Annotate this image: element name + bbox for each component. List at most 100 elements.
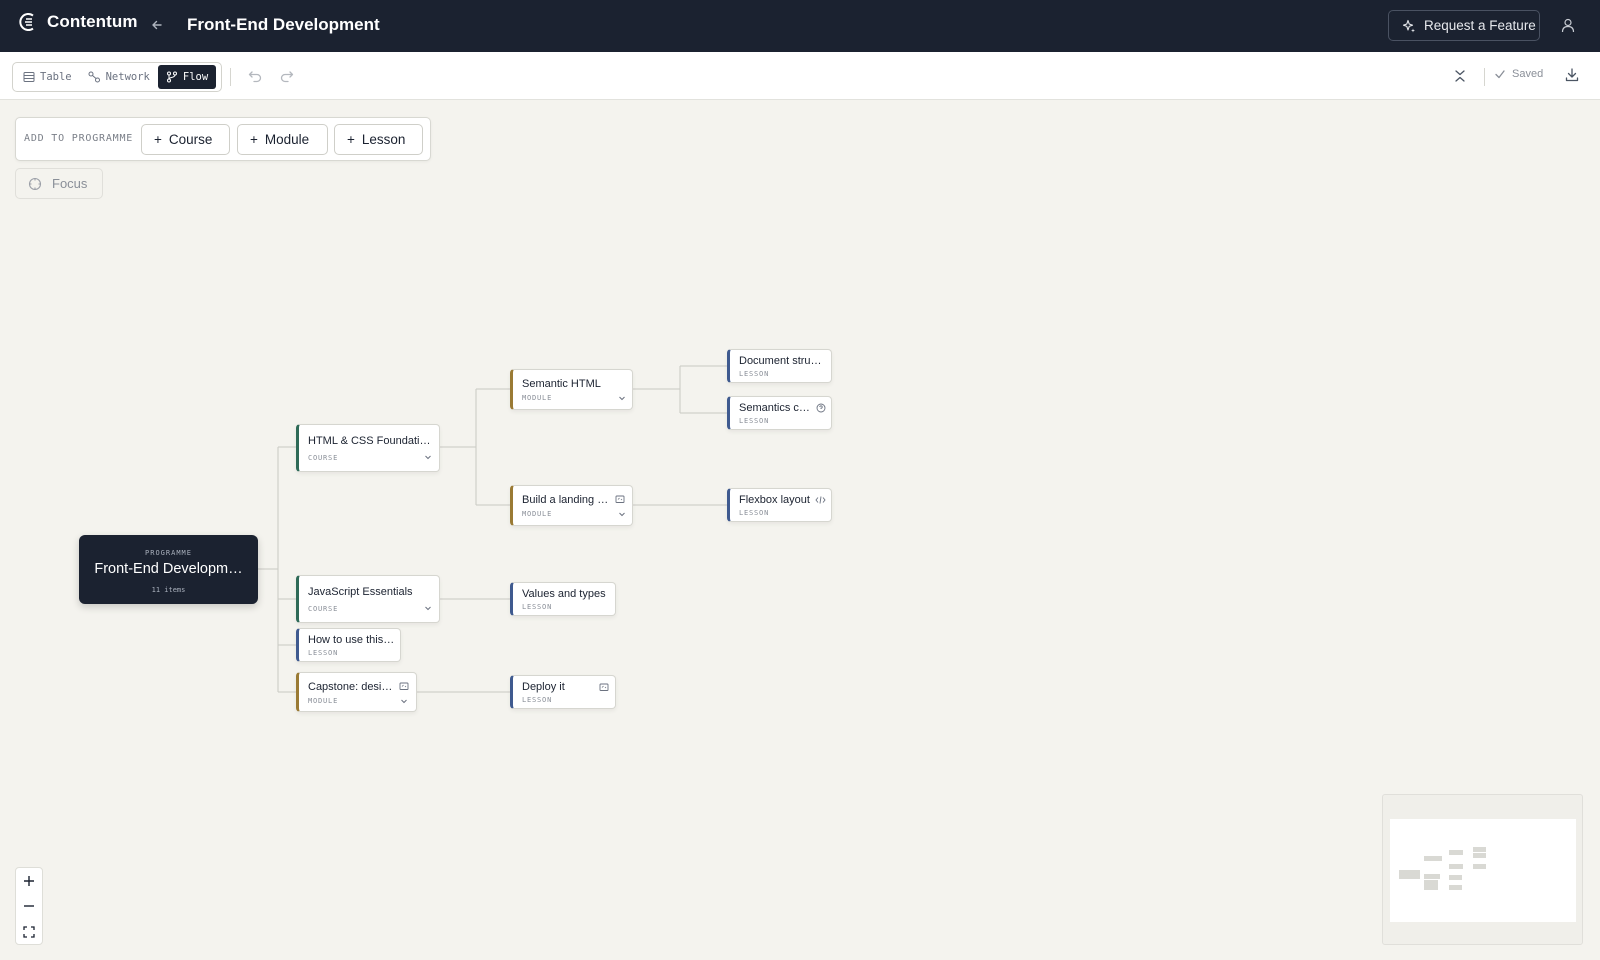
minimap-node bbox=[1449, 875, 1462, 880]
zoom-in-button[interactable] bbox=[16, 868, 42, 894]
top-bar: Contentum Front-End Development Request … bbox=[0, 0, 1600, 52]
item-count: 11 items bbox=[151, 586, 186, 594]
programme-root-node[interactable]: PROGRAMME Front-End Developm… 11 items bbox=[79, 535, 258, 604]
view-network-button[interactable]: Network bbox=[80, 65, 158, 89]
node-title: Deploy it bbox=[522, 681, 565, 693]
minimap-viewport bbox=[1390, 819, 1576, 922]
programme-title: Front-End Developm… bbox=[94, 561, 243, 577]
focus-label: Focus bbox=[52, 176, 88, 191]
zoom-out-button[interactable] bbox=[16, 893, 42, 919]
node-title: Document struct… bbox=[739, 355, 827, 367]
node-type-label: MODULE bbox=[522, 510, 553, 518]
minimap-node bbox=[1449, 864, 1463, 869]
lesson-node[interactable]: Values and types LESSON bbox=[510, 582, 616, 616]
lesson-node[interactable]: Document struct… LESSON bbox=[727, 349, 832, 383]
minimap-node bbox=[1424, 885, 1438, 890]
minimap-node bbox=[1473, 864, 1486, 869]
contentum-logo-icon bbox=[19, 13, 34, 31]
add-lesson-label: Lesson bbox=[361, 132, 406, 147]
node-title: Semantics ch… bbox=[739, 402, 811, 414]
saved-label: Saved bbox=[1512, 68, 1544, 80]
add-course-button[interactable]: + Course bbox=[141, 124, 230, 155]
node-title: Build a landing pa… bbox=[522, 494, 610, 506]
page-title: Front-End Development bbox=[187, 15, 380, 34]
chevron-down-icon[interactable] bbox=[400, 697, 408, 705]
view-table-label: Table bbox=[40, 71, 72, 83]
request-feature-button[interactable]: Request a Feature bbox=[1388, 10, 1540, 41]
redo-icon[interactable] bbox=[279, 68, 295, 84]
course-node[interactable]: HTML & CSS Foundations COURSE bbox=[296, 424, 440, 472]
toolbar-divider bbox=[230, 68, 231, 86]
add-lesson-button[interactable]: + Lesson bbox=[334, 124, 423, 155]
view-switcher: Table Network Flow bbox=[12, 62, 222, 92]
check-icon bbox=[1495, 70, 1505, 79]
chevron-down-icon[interactable] bbox=[424, 453, 432, 461]
lesson-node[interactable]: Flexbox layout LESSON bbox=[727, 488, 832, 522]
minimap-node bbox=[1399, 870, 1420, 879]
user-icon[interactable] bbox=[1561, 18, 1575, 33]
module-node[interactable]: Build a landing pa… MODULE bbox=[510, 485, 633, 526]
module-node[interactable]: Semantic HTML MODULE bbox=[510, 369, 633, 410]
module-node[interactable]: Capstone: design… MODULE bbox=[296, 672, 417, 712]
table-icon bbox=[23, 72, 35, 82]
request-feature-label: Request a Feature bbox=[1424, 18, 1536, 33]
node-type-label: LESSON bbox=[522, 696, 553, 704]
plus-icon bbox=[24, 876, 34, 886]
download-icon[interactable] bbox=[1564, 67, 1580, 83]
node-type-label: LESSON bbox=[739, 509, 770, 517]
quiz-question-icon bbox=[816, 403, 826, 413]
chevron-down-icon[interactable] bbox=[618, 510, 626, 518]
flow-branch-icon bbox=[166, 71, 177, 83]
lesson-node[interactable]: How to use this p… LESSON bbox=[296, 628, 401, 662]
code-icon bbox=[815, 496, 826, 504]
fit-screen-icon bbox=[23, 926, 35, 938]
lesson-node[interactable]: Deploy it LESSON bbox=[510, 675, 616, 709]
zoom-controls bbox=[15, 867, 43, 945]
collapse-all-icon[interactable] bbox=[1453, 69, 1467, 83]
view-flow-button[interactable]: Flow bbox=[157, 65, 217, 89]
network-icon bbox=[88, 71, 100, 83]
minimap[interactable] bbox=[1382, 794, 1583, 945]
minimap-node bbox=[1424, 856, 1442, 861]
minimap-node bbox=[1473, 853, 1486, 858]
view-flow-label: Flow bbox=[182, 71, 209, 83]
crosshair-icon bbox=[28, 177, 42, 190]
project-folder-icon bbox=[399, 682, 409, 690]
brand[interactable]: Contentum bbox=[18, 12, 138, 32]
minimap-node bbox=[1424, 874, 1440, 879]
save-status: Saved bbox=[1494, 68, 1543, 80]
lesson-node[interactable]: Semantics ch… LESSON bbox=[727, 396, 832, 430]
plus-icon: + bbox=[154, 132, 162, 147]
node-type-label: PROGRAMME bbox=[145, 549, 192, 557]
minus-icon bbox=[24, 905, 34, 907]
focus-button[interactable]: Focus bbox=[15, 168, 103, 199]
add-course-label: Course bbox=[168, 132, 213, 147]
brand-name: Contentum bbox=[47, 12, 138, 31]
node-title: Capstone: design… bbox=[308, 681, 396, 693]
add-to-programme-label: ADD TO PROGRAMME bbox=[24, 133, 134, 144]
project-folder-icon bbox=[615, 495, 625, 503]
view-table-button[interactable]: Table bbox=[15, 65, 80, 89]
node-type-label: COURSE bbox=[308, 454, 339, 462]
course-node[interactable]: JavaScript Essentials COURSE bbox=[296, 575, 440, 623]
project-folder-icon bbox=[599, 683, 609, 691]
node-type-label: LESSON bbox=[308, 649, 339, 657]
chevron-down-icon[interactable] bbox=[618, 394, 626, 402]
add-to-programme-panel: ADD TO PROGRAMME + Course + Module + Les… bbox=[15, 117, 431, 161]
toolbar: Table Network Flow Saved bbox=[0, 52, 1600, 100]
back-arrow-icon[interactable] bbox=[149, 17, 165, 33]
undo-icon[interactable] bbox=[247, 68, 263, 84]
fit-view-button[interactable] bbox=[16, 919, 42, 945]
minimap-node bbox=[1449, 850, 1463, 855]
node-type-label: MODULE bbox=[308, 697, 339, 705]
node-type-label: LESSON bbox=[739, 417, 770, 425]
node-type-label: COURSE bbox=[308, 605, 339, 613]
chevron-down-icon[interactable] bbox=[424, 604, 432, 612]
sparkle-icon bbox=[1402, 19, 1415, 32]
add-module-button[interactable]: + Module bbox=[237, 124, 328, 155]
view-network-label: Network bbox=[105, 71, 150, 83]
node-title: JavaScript Essentials bbox=[308, 586, 413, 598]
toolbar-divider bbox=[1484, 68, 1485, 86]
node-type-label: LESSON bbox=[739, 370, 770, 378]
node-title: HTML & CSS Foundations bbox=[308, 435, 432, 447]
